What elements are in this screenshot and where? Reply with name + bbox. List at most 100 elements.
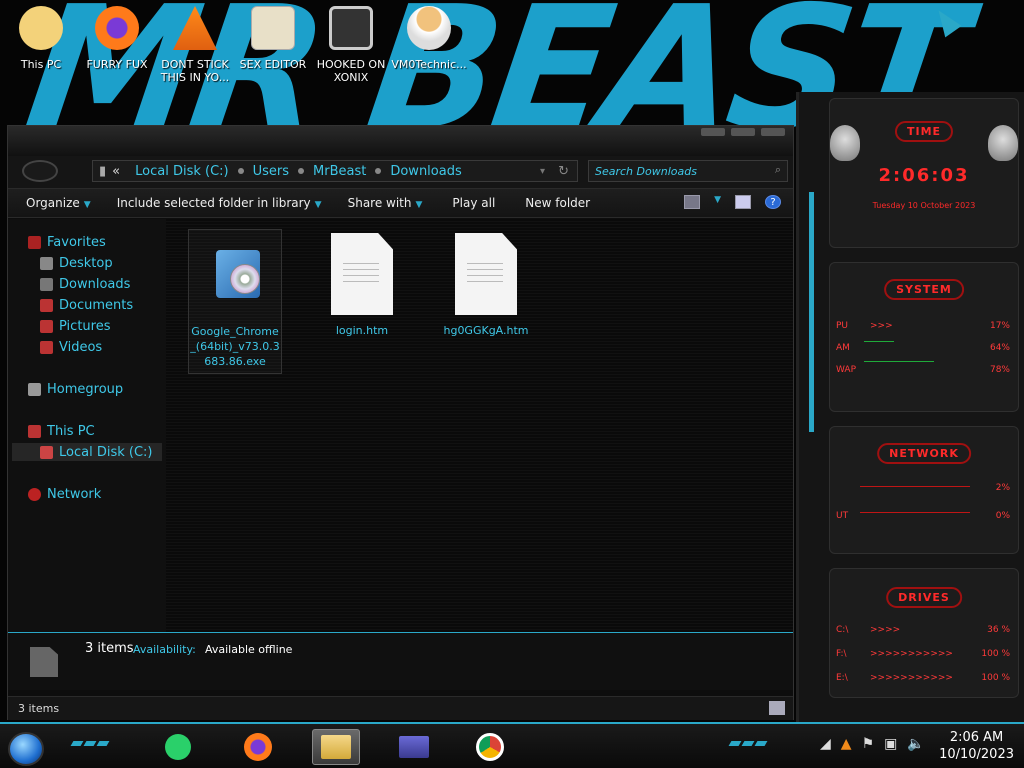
start-button[interactable]	[8, 732, 44, 766]
nav-item-homegroup[interactable]: Homegroup	[28, 380, 123, 398]
drives-gadget[interactable]: DRIVES C:\ >>>> 36 % F:\ >>>>>>>>>>> 100…	[829, 568, 1019, 698]
taskbar-decoration	[728, 741, 768, 746]
nav-item-downloads[interactable]: Downloads	[40, 275, 130, 293]
document-icon	[329, 233, 395, 317]
desktop-icon-hxd[interactable]: SEX EDITOR	[234, 6, 312, 71]
date-display: Tuesday 10 October 2023	[872, 201, 976, 210]
chevron-down-icon[interactable]: ▾	[540, 166, 545, 177]
share-with-button[interactable]: Share with ▼	[332, 196, 433, 210]
anime-face-icon	[19, 6, 63, 50]
rail-decoration	[809, 192, 814, 432]
page-line	[343, 281, 379, 282]
change-view-icon[interactable]	[684, 195, 701, 209]
file-item[interactable]: hg0GGKgA.htm	[436, 229, 536, 338]
time-gadget[interactable]: TIME 2:06:03 Tuesday 10 October 2023	[829, 98, 1019, 248]
nav-item-desktop[interactable]: Desktop	[40, 254, 113, 272]
breadcrumb-separator[interactable]	[375, 168, 382, 174]
documents-icon	[40, 298, 53, 312]
system-gadget[interactable]: SYSTEM PU >>> 17% AM 64% WAP 78%	[829, 262, 1019, 412]
volume-icon[interactable]: 🔈	[907, 736, 924, 752]
organize-button[interactable]: Organize ▼	[8, 196, 101, 210]
chevron-down-icon: ▼	[83, 200, 91, 210]
alienware-logo-icon	[830, 125, 860, 161]
window-title-bar[interactable]	[8, 126, 793, 156]
nav-item-videos[interactable]: Videos	[40, 338, 102, 356]
taskbar-app-card[interactable]	[394, 729, 434, 765]
nav-item-favorites[interactable]: Favorites	[28, 233, 106, 251]
minimize-button[interactable]	[701, 128, 725, 136]
file-item[interactable]: Google_Chrome_(64bit)_v73.0.3683.86.exe	[188, 229, 282, 374]
breadcrumb-overflow[interactable]: «	[112, 164, 120, 179]
taskbar-file-explorer[interactable]	[312, 729, 360, 765]
taskbar: ◢ ▲ ⚑ ▣ 🔈 2:06 AM 10/10/2023	[0, 722, 1024, 768]
help-icon[interactable]: ?	[765, 195, 781, 209]
desktop-icon-vlc[interactable]: DONT STICK THIS IN YO...	[156, 6, 234, 84]
nav-item-pictures[interactable]: Pictures	[40, 317, 110, 335]
swap-value: 78%	[989, 365, 1010, 375]
breadcrumb-local-disk[interactable]: Local Disk (C:)	[135, 164, 228, 179]
network-icon	[28, 487, 41, 501]
breadcrumb-separator[interactable]	[237, 168, 244, 174]
swap-meter	[864, 361, 934, 362]
drive-label: E:\	[836, 673, 848, 683]
ram-meter	[864, 341, 894, 342]
page-line	[467, 263, 503, 264]
chevron-down-icon[interactable]: ▼	[714, 195, 721, 209]
nav-item-this-pc[interactable]: This PC	[28, 422, 95, 440]
breadcrumb-users[interactable]: Users	[253, 164, 289, 179]
taskbar-chrome[interactable]	[470, 729, 510, 765]
desktop-icon-label: DONT STICK THIS IN YO...	[160, 58, 230, 84]
show-hidden-icons[interactable]: ◢	[820, 736, 831, 752]
nav-item-local-disk[interactable]: Local Disk (C:)	[12, 443, 162, 461]
drive-meter-icon: >>>>	[870, 625, 901, 635]
drive-meter-icon: >>>>>>>>>>>	[870, 649, 953, 659]
taskbar-firefox[interactable]	[238, 729, 278, 765]
breadcrumb-downloads[interactable]: Downloads	[390, 164, 461, 179]
search-icon[interactable]: ⌕	[775, 163, 781, 177]
breadcrumb-mrbeast[interactable]: MrBeast	[313, 164, 366, 179]
file-list[interactable]: Google_Chrome_(64bit)_v73.0.3683.86.exe …	[166, 219, 793, 632]
nav-item-network[interactable]: Network	[28, 485, 101, 503]
address-bar[interactable]: ▮ « Local Disk (C:) Users MrBeast Downlo…	[92, 160, 578, 182]
blank-page	[455, 233, 517, 315]
desktop-icon	[40, 256, 53, 270]
drive-value: 36 %	[987, 625, 1010, 635]
explorer-window[interactable]: ▮ « Local Disk (C:) Users MrBeast Downlo…	[7, 125, 794, 720]
downloads-icon	[40, 277, 53, 291]
new-folder-button[interactable]: New folder	[505, 196, 600, 210]
play-all-button[interactable]: Play all	[432, 196, 505, 210]
desktop-icon-vm0[interactable]: VM0Technic...	[390, 6, 468, 71]
file-item[interactable]: login.htm	[312, 229, 412, 338]
network-status-icon[interactable]: ▣	[884, 736, 897, 752]
taskbar-clock[interactable]: 2:06 AM 10/10/2023	[939, 729, 1014, 763]
drive-icon	[40, 445, 53, 459]
desktop-icon-this-pc[interactable]: This PC	[2, 6, 80, 71]
preview-pane-icon[interactable]	[735, 195, 751, 209]
taskbar-app-green[interactable]	[158, 729, 198, 765]
drive-row: C:\ >>>> 36 %	[836, 625, 1010, 639]
desktop-icon-firefox[interactable]: FURRY FUX	[78, 6, 156, 71]
clock-date: 10/10/2023	[939, 747, 1014, 762]
include-in-library-button[interactable]: Include selected folder in library ▼	[101, 196, 332, 210]
network-gadget[interactable]: NETWORK 2% UT 0%	[829, 426, 1019, 554]
breadcrumb-separator[interactable]	[298, 168, 305, 174]
refresh-icon[interactable]: ↻	[558, 164, 569, 179]
availability-value: Available offline	[205, 643, 293, 656]
close-button[interactable]	[761, 128, 785, 136]
file-name: Google_Chrome_(64bit)_v73.0.3683.86.exe	[190, 325, 280, 368]
app-tray-icon[interactable]: ▲	[841, 736, 852, 752]
flag-icon[interactable]: ⚑	[862, 736, 875, 752]
desktop-icon-xonix[interactable]: HOOKED ON XONIX	[312, 6, 390, 84]
large-icons-view-icon[interactable]	[769, 701, 785, 715]
nav-item-documents[interactable]: Documents	[40, 296, 133, 314]
taskbar-decoration	[70, 741, 110, 746]
drive-value: 100 %	[981, 649, 1010, 659]
desktop-icon-label: This PC	[20, 58, 62, 71]
maximize-button[interactable]	[731, 128, 755, 136]
page-line	[343, 263, 379, 264]
back-forward-buttons[interactable]	[22, 160, 58, 182]
system-gadget-title: SYSTEM	[884, 279, 964, 300]
include-library-label: Include selected folder in library	[116, 196, 311, 210]
search-input[interactable]: Search Downloads ⌕	[588, 160, 788, 182]
share-with-label: Share with	[347, 196, 412, 210]
